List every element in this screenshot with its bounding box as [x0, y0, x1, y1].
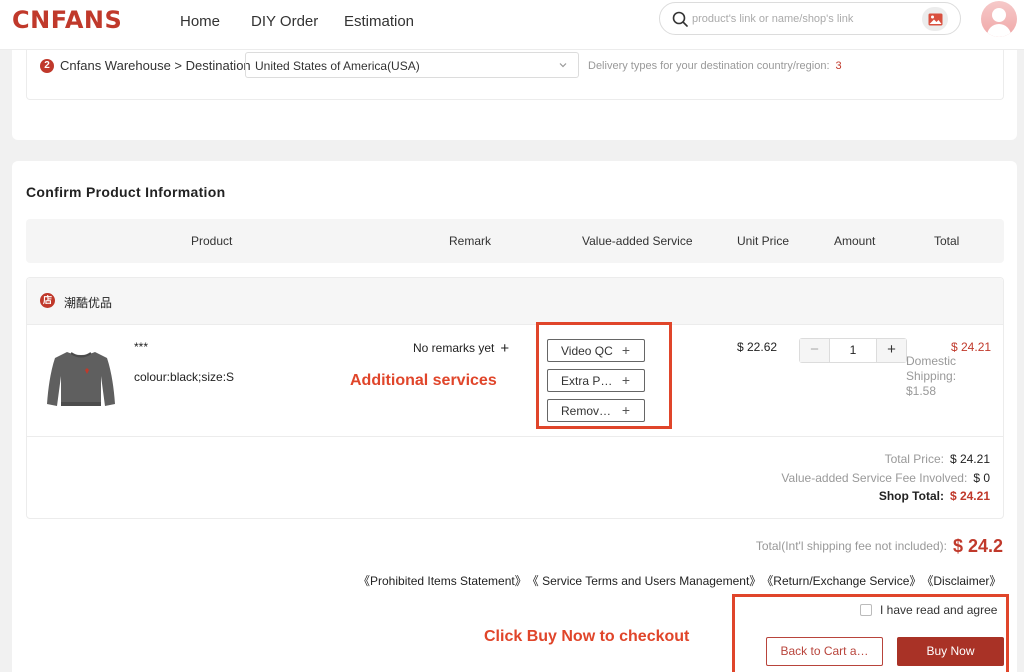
service-fee-label: Value-added Service Fee Involved: [781, 471, 968, 485]
table-header: Product Remark Value-added Service Unit … [26, 219, 1004, 263]
shop-icon: 店 [40, 293, 55, 308]
link-return-exchange[interactable]: 《Return/Exchange Service》 [767, 574, 921, 588]
shop-name[interactable]: 潮酷优品 [64, 294, 112, 311]
search-input[interactable] [692, 9, 912, 29]
product-spec: colour:black;size:S [134, 370, 235, 384]
services-annotation: Additional services [350, 372, 497, 389]
checkout-highlight-box [732, 594, 1009, 672]
grand-total-value: $ 24.2 [952, 536, 1003, 556]
quantity-stepper: − 1 + [799, 338, 907, 363]
destination-label: Cnfans Warehouse > Destination [60, 58, 251, 73]
remark-text: No remarks yet [413, 341, 495, 355]
plus-icon: + [500, 340, 510, 357]
cnfans-logo[interactable]: CNFANS [12, 6, 122, 34]
nav-diy-order[interactable]: DIY Order [251, 13, 318, 30]
decrease-quantity-button[interactable]: − [800, 339, 830, 362]
service-fee-row: Value-added Service Fee Involved: $ 0 [781, 471, 990, 485]
destination-value: United States of America(USA) [255, 59, 420, 73]
unit-price: $ 22.62 [737, 340, 778, 354]
divider [27, 436, 1003, 437]
destination-panel: 2 Cnfans Warehouse > Destination United … [26, 50, 1004, 100]
destination-select[interactable]: United States of America(USA) [245, 52, 579, 78]
chevron-down-icon [559, 63, 567, 68]
section-title: Confirm Product Information [26, 184, 226, 200]
col-total: Total [934, 234, 960, 248]
shop-header: 店 潮酷优品 [27, 278, 1003, 325]
link-service-terms[interactable]: 《 Service Terms and Users Management》 [533, 574, 762, 588]
col-remark: Remark [449, 234, 492, 248]
col-amount: Amount [834, 234, 876, 248]
shop-total-value: $ 24.21 [949, 489, 990, 503]
top-header: CNFANS Home DIY Order Estimation [0, 0, 1024, 50]
quantity-value[interactable]: 1 [830, 339, 876, 362]
col-product: Product [191, 234, 233, 248]
line-total: $ 24.21 [951, 340, 992, 354]
delivery-types-text: Delivery types for your destination coun… [588, 60, 842, 72]
total-price-row: Total Price: $ 24.21 [885, 452, 990, 466]
search-bar [659, 2, 961, 35]
nav-home[interactable]: Home [180, 13, 220, 30]
destination-section: 2 Cnfans Warehouse > Destination United … [12, 50, 1017, 140]
link-prohibited-items[interactable]: 《Prohibited Items Statement》 [358, 574, 527, 588]
add-remark-button[interactable]: No remarks yet + [413, 339, 510, 357]
image-icon [928, 13, 942, 25]
col-value-added-service: Value-added Service [582, 234, 693, 248]
service-fee-value: $ 0 [973, 471, 990, 485]
product-name[interactable]: *** [134, 340, 148, 354]
shop-group: 店 潮酷优品 *** colour:black;size:S No remark… [26, 277, 1004, 519]
search-icon[interactable] [672, 11, 688, 27]
link-disclaimer[interactable]: 《Disclaimer》 [927, 574, 1001, 588]
checkout-annotation: Click Buy Now to checkout [484, 628, 690, 645]
user-avatar[interactable] [981, 1, 1017, 37]
policy-links: 《Prohibited Items Statement》《 Service Te… [358, 572, 1007, 589]
grand-total-label: Total(Int'l shipping fee not included): [755, 539, 947, 553]
shop-total-row: Shop Total: $ 24.21 [879, 489, 990, 503]
step-badge: 2 [40, 59, 54, 73]
nav-estimation[interactable]: Estimation [344, 13, 414, 30]
increase-quantity-button[interactable]: + [876, 339, 906, 362]
col-unit-price: Unit Price [737, 234, 790, 248]
domestic-shipping: Domestic Shipping: $1.58 [906, 354, 957, 398]
total-price-value: $ 24.21 [949, 452, 990, 466]
product-image[interactable] [45, 346, 117, 410]
grand-total: Total(Int'l shipping fee not included): $… [755, 534, 1003, 556]
delivery-types-label: Delivery types for your destination coun… [588, 60, 830, 72]
total-price-label: Total Price: [884, 452, 944, 466]
services-highlight-box [536, 322, 672, 429]
delivery-types-count: 3 [835, 60, 842, 72]
shop-total-label: Shop Total: [878, 489, 944, 503]
image-search-button[interactable] [922, 7, 948, 31]
